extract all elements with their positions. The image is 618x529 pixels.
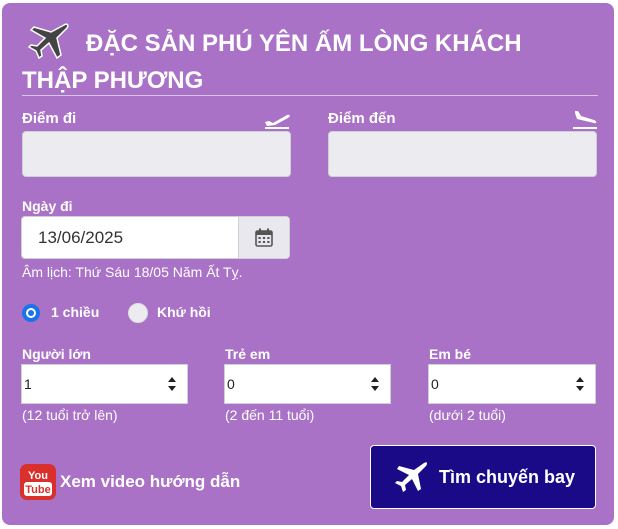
infants-hint: (dưới 2 tuổi) [429,407,506,423]
adults-select[interactable]: 1 [21,364,188,404]
from-label: Điểm đi [22,110,77,127]
lunar-date: Âm lịch: Thứ Sáu 18/05 Năm Ất Tỵ. [22,264,243,280]
one-way-label[interactable]: 1 chiều [51,304,99,320]
page-title-line-1: ĐẶC SẢN PHÚ YÊN ẤM LÒNG KHÁCH [86,30,522,57]
round-trip-label[interactable]: Khứ hồi [157,304,211,320]
sort-arrows-icon [371,377,379,391]
sort-arrows-icon [576,377,584,391]
airplane-icon [27,23,69,60]
title-divider [22,95,598,96]
video-guide-link[interactable]: You Tube [20,464,56,500]
svg-text:You: You [28,470,48,482]
from-input[interactable] [22,131,291,177]
adults-value: 1 [24,376,32,392]
one-way-radio[interactable] [22,304,40,322]
svg-text:Tube: Tube [25,484,50,496]
infants-label: Em bé [429,346,472,362]
youtube-icon: You Tube [20,464,56,500]
date-value: 13/06/2025 [38,228,124,247]
date-input[interactable]: 13/06/2025 [21,216,290,259]
children-hint: (2 đến 11 tuổi) [225,407,315,423]
to-label: Điểm đến [328,110,396,127]
calendar-button[interactable] [238,217,289,258]
airplane-button-icon [395,462,428,492]
to-input[interactable] [328,131,597,177]
adults-hint: (12 tuổi trở lên) [22,407,118,423]
children-value: 0 [227,376,235,392]
page-title-line-2: THẬP PHƯƠNG [22,67,204,94]
flight-search-panel: ĐẶC SẢN PHÚ YÊN ẤM LÒNG KHÁCH THẬP PHƯƠN… [2,3,614,525]
takeoff-icon [265,114,290,129]
sort-arrows-icon [168,377,176,391]
children-label: Trẻ em [225,346,271,362]
calendar-icon [255,228,273,247]
infants-value: 0 [431,376,439,392]
children-select[interactable]: 0 [224,364,391,404]
date-label: Ngày đi [22,198,73,214]
round-trip-radio[interactable] [128,303,148,323]
video-guide-label[interactable]: Xem video hướng dẫn [60,472,240,492]
adults-label: Người lớn [22,346,91,362]
infants-select[interactable]: 0 [428,364,596,404]
search-flights-button[interactable]: Tìm chuyến bay [370,445,596,509]
search-flights-label: Tìm chuyến bay [439,467,576,487]
landing-icon [573,111,597,129]
